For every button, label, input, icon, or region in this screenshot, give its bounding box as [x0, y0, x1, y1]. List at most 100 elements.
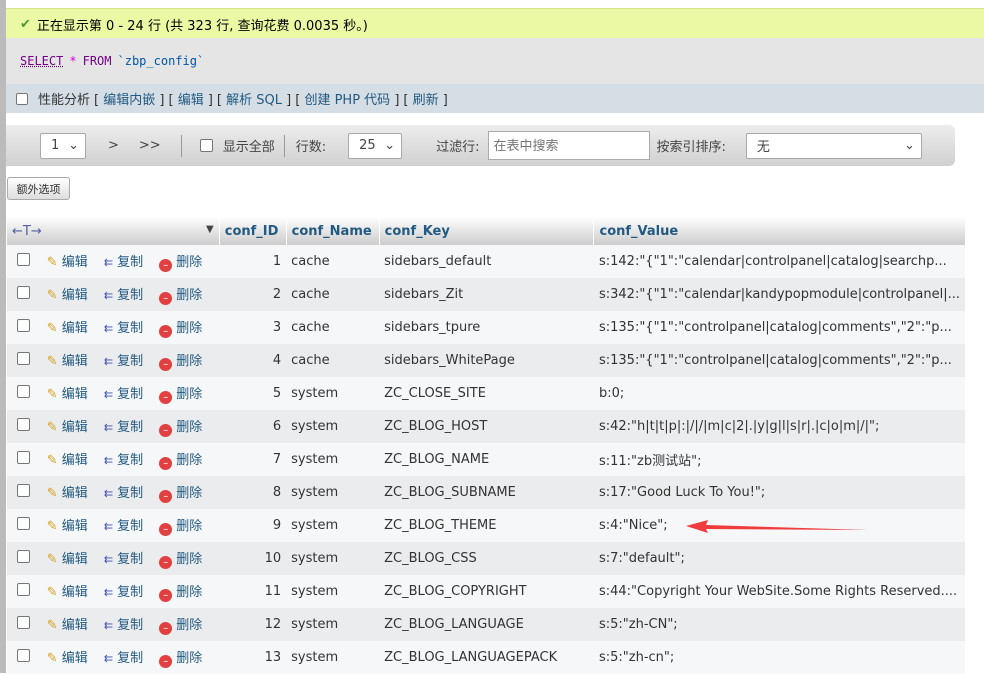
edit-link[interactable]: ✎ 编辑 [47, 420, 88, 435]
delete-link[interactable]: – 删除 [159, 519, 202, 536]
cell-conf-key[interactable]: sidebars_Zit [379, 278, 594, 311]
cell-conf-key[interactable]: sidebars_WhitePage [379, 344, 594, 377]
row-checkbox[interactable] [16, 649, 30, 662]
cell-conf-key[interactable]: ZC_BLOG_LANGUAGEPACK [379, 641, 594, 674]
filter-input[interactable] [487, 131, 650, 160]
cell-conf-name[interactable]: cache [286, 245, 380, 278]
cell-conf-key[interactable]: ZC_BLOG_LANGUAGE [379, 608, 594, 641]
cell-conf-value[interactable]: s:5:"zh-cn"; [593, 641, 965, 674]
cell-conf-id[interactable]: 5 [219, 377, 287, 410]
row-checkbox[interactable] [16, 484, 30, 497]
cell-conf-key[interactable]: ZC_BLOG_HOST [379, 410, 594, 443]
cell-conf-id[interactable]: 6 [219, 410, 287, 443]
edit-link[interactable]: ✎ 编辑 [47, 486, 88, 501]
row-checkbox[interactable] [16, 517, 30, 530]
copy-link[interactable]: ⇇ 复制 [104, 321, 143, 336]
row-checkbox[interactable] [16, 418, 30, 431]
row-checkbox[interactable] [16, 583, 30, 596]
cell-conf-id[interactable]: 1 [219, 245, 287, 278]
cell-conf-id[interactable]: 3 [219, 311, 287, 344]
cell-conf-id[interactable]: 9 [219, 509, 287, 542]
copy-link[interactable]: ⇇ 复制 [104, 288, 143, 303]
cell-conf-value[interactable]: b:0; [593, 377, 965, 410]
cell-conf-name[interactable]: cache [286, 344, 380, 377]
copy-link[interactable]: ⇇ 复制 [104, 486, 143, 501]
copy-link[interactable]: ⇇ 复制 [104, 420, 143, 435]
last-page-button[interactable]: >> [139, 138, 161, 153]
cell-conf-id[interactable]: 11 [219, 575, 287, 608]
copy-link[interactable]: ⇇ 复制 [104, 552, 143, 567]
delete-link[interactable]: – 删除 [159, 585, 202, 602]
copy-link[interactable]: ⇇ 复制 [104, 585, 143, 600]
column-resize-control[interactable]: ←T→ ▼ [6, 217, 220, 245]
edit-link[interactable]: ✎ 编辑 [47, 552, 88, 567]
option-link[interactable]: 编辑 [178, 93, 204, 108]
delete-link[interactable]: – 删除 [159, 420, 202, 437]
rows-select[interactable]: 25 ⌄ [348, 132, 403, 159]
delete-link[interactable]: – 删除 [159, 321, 202, 338]
row-checkbox[interactable] [16, 253, 30, 266]
delete-link[interactable]: – 删除 [159, 387, 202, 404]
edit-link[interactable]: ✎ 编辑 [47, 453, 88, 468]
copy-link[interactable]: ⇇ 复制 [104, 519, 143, 534]
cell-conf-name[interactable]: system [286, 542, 380, 575]
row-checkbox[interactable] [16, 319, 30, 332]
cell-conf-value[interactable]: s:135:"{"1":"controlpanel|catalog|commen… [593, 311, 965, 344]
row-checkbox[interactable] [16, 286, 30, 299]
sort-triangle-icon[interactable]: ▼ [206, 224, 214, 235]
cell-conf-name[interactable]: system [286, 377, 380, 410]
cell-conf-name[interactable]: system [286, 608, 380, 641]
page-select[interactable]: 1 ⌄ [40, 132, 86, 159]
delete-link[interactable]: – 删除 [159, 354, 202, 371]
copy-link[interactable]: ⇇ 复制 [104, 618, 143, 633]
show-all-checkbox[interactable] [199, 139, 213, 152]
cell-conf-name[interactable]: system [286, 476, 380, 509]
cell-conf-value[interactable]: s:44:"Copyright Your WebSite.Some Rights… [593, 575, 965, 608]
column-header-conf-id[interactable]: conf_ID [218, 217, 287, 245]
copy-link[interactable]: ⇇ 复制 [104, 651, 143, 666]
edit-link[interactable]: ✎ 编辑 [47, 387, 88, 402]
cell-conf-value[interactable]: s:17:"Good Luck To You!"; [593, 476, 965, 509]
option-link[interactable]: 创建 PHP 代码 [304, 93, 390, 108]
cell-conf-key[interactable]: sidebars_default [379, 245, 594, 278]
option-link[interactable]: 编辑内嵌 [103, 93, 155, 108]
cell-conf-key[interactable]: ZC_BLOG_SUBNAME [379, 476, 594, 509]
edit-link[interactable]: ✎ 编辑 [47, 651, 88, 666]
cell-conf-name[interactable]: cache [286, 278, 380, 311]
cell-conf-value[interactable]: s:5:"zh-CN"; [593, 608, 965, 641]
cell-conf-id[interactable]: 4 [219, 344, 287, 377]
arrows-icon[interactable]: ←T→ [12, 224, 42, 239]
cell-conf-key[interactable]: ZC_BLOG_THEME [379, 509, 594, 542]
cell-conf-id[interactable]: 12 [219, 608, 287, 641]
cell-conf-value[interactable]: s:42:"h|t|t|p|:|/|/|m|c|2|.|y|g|l|s|r|.|… [593, 410, 965, 443]
cell-conf-value[interactable]: s:342:"{"1":"calendar|kandypopmodule|con… [593, 278, 965, 311]
next-page-button[interactable]: > [108, 138, 119, 153]
column-header-conf-key[interactable]: conf_Key [378, 217, 594, 245]
cell-conf-value[interactable]: s:135:"{"1":"controlpanel|catalog|commen… [593, 344, 965, 377]
cell-conf-name[interactable]: system [286, 575, 380, 608]
edit-link[interactable]: ✎ 编辑 [47, 519, 88, 534]
cell-conf-id[interactable]: 10 [219, 542, 287, 575]
edit-link[interactable]: ✎ 编辑 [47, 618, 88, 633]
edit-link[interactable]: ✎ 编辑 [47, 354, 88, 369]
delete-link[interactable]: – 删除 [159, 552, 202, 569]
cell-conf-key[interactable]: ZC_BLOG_NAME [379, 443, 594, 476]
row-checkbox[interactable] [16, 352, 30, 365]
edit-link[interactable]: ✎ 编辑 [47, 321, 88, 336]
copy-link[interactable]: ⇇ 复制 [104, 453, 143, 468]
cell-conf-value[interactable]: s:11:"zb测试站"; [593, 443, 965, 476]
edit-link[interactable]: ✎ 编辑 [47, 585, 88, 600]
cell-conf-id[interactable]: 8 [219, 476, 287, 509]
edit-link[interactable]: ✎ 编辑 [47, 288, 88, 303]
row-checkbox[interactable] [16, 550, 30, 563]
sort-select[interactable]: 无 ⌄ [745, 132, 922, 159]
copy-link[interactable]: ⇇ 复制 [104, 354, 143, 369]
delete-link[interactable]: – 删除 [159, 651, 202, 668]
copy-link[interactable]: ⇇ 复制 [104, 387, 143, 402]
row-checkbox[interactable] [16, 451, 30, 464]
delete-link[interactable]: – 删除 [159, 618, 202, 635]
cell-conf-value[interactable]: s:142:"{"1":"calendar|controlpanel|catal… [593, 245, 965, 278]
edit-link[interactable]: ✎ 编辑 [47, 255, 88, 270]
delete-link[interactable]: – 删除 [159, 453, 202, 470]
row-checkbox[interactable] [16, 616, 30, 629]
